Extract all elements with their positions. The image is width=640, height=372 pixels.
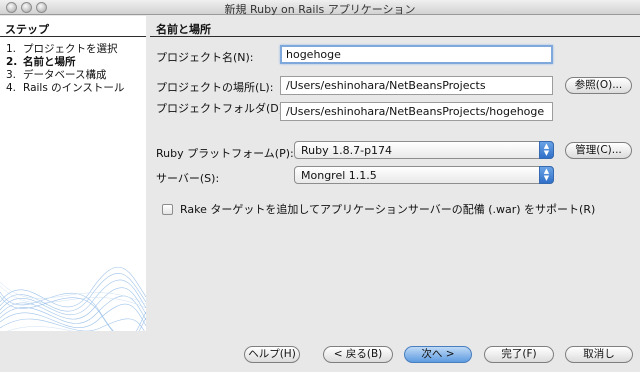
step-item: 1. プロジェクトを選択 [6, 43, 124, 56]
section-title: 名前と場所 [156, 23, 211, 36]
project-location-input[interactable]: /Users/eshinohara/NetBeansProjects [280, 76, 553, 95]
server-value: Mongrel 1.1.5 [301, 169, 377, 182]
step-number: 1. [6, 43, 17, 55]
step-label: データベース構成 [23, 69, 107, 81]
rake-checkbox-label: Rake ターゲットを追加してアプリケーションサーバーの配備 (.war) をサ… [180, 203, 596, 216]
section-divider [150, 36, 640, 37]
step-number: 3. [6, 69, 17, 81]
rake-checkbox[interactable] [162, 203, 173, 215]
steps-list: 1. プロジェクトを選択 2. 名前と場所 3. データベース構成 4. Rails の… [6, 43, 124, 95]
select-arrows-icon: ▲ ▼ [539, 141, 554, 159]
step-label: 名前と場所 [23, 56, 76, 68]
decorative-waves-image [0, 267, 146, 331]
name-location-panel: 名前と場所 プロジェクト名(N): hogehoge プロジェクトの場所(L):… [150, 16, 640, 331]
browse-button[interactable]: 参照(O)... [565, 77, 632, 94]
project-name-input[interactable]: hogehoge [280, 45, 553, 64]
cancel-button[interactable]: 取消し [565, 346, 633, 363]
ruby-platform-label: Ruby プラットフォーム(P): [156, 147, 294, 160]
server-select[interactable]: Mongrel 1.1.5 ▲ ▼ [294, 166, 554, 184]
ruby-platform-select[interactable]: Ruby 1.8.7-p174 ▲ ▼ [294, 141, 554, 159]
title-bar: 新規 Ruby on Rails アプリケーション [0, 0, 640, 16]
back-button[interactable]: < 戻る(B) [323, 346, 393, 363]
project-folder-label: プロジェクトフォルダ(D): [156, 102, 287, 115]
step-item: 4. Rails のインストール [6, 82, 124, 95]
steps-panel: ステップ 1. プロジェクトを選択 2. 名前と場所 3. データベース構成 4. Ra… [0, 16, 146, 331]
ruby-platform-value: Ruby 1.8.7-p174 [301, 144, 393, 157]
wizard-window: 新規 Ruby on Rails アプリケーション ステップ 1. プロジェクトを… [0, 0, 640, 372]
step-item: 3. データベース構成 [6, 69, 124, 82]
window-title: 新規 Ruby on Rails アプリケーション [224, 3, 416, 16]
server-label: サーバー(S): [156, 172, 220, 185]
rake-option[interactable]: Rake ターゲットを追加してアプリケーションサーバーの配備 (.war) をサ… [162, 201, 595, 217]
steps-header: ステップ [5, 23, 49, 36]
step-number: 2. [6, 56, 18, 68]
next-button[interactable]: 次へ > [404, 346, 472, 363]
finish-button[interactable]: 完了(F) [484, 346, 554, 363]
step-label: Rails のインストール [23, 82, 125, 94]
project-location-label: プロジェクトの場所(L): [156, 81, 274, 94]
step-label: プロジェクトを選択 [23, 43, 118, 55]
help-button[interactable]: ヘルプ(H) [244, 346, 300, 363]
project-folder-input[interactable]: /Users/eshinohara/NetBeansProjects/hogeh… [280, 102, 553, 121]
project-name-label: プロジェクト名(N): [156, 51, 254, 64]
select-arrows-icon: ▲ ▼ [539, 166, 554, 184]
steps-divider [0, 36, 146, 37]
step-item-current: 2. 名前と場所 [6, 56, 124, 69]
step-number: 4. [6, 82, 17, 94]
manage-button[interactable]: 管理(C)... [565, 142, 632, 159]
button-bar: ヘルプ(H) < 戻る(B) 次へ > 完了(F) 取消し [0, 331, 640, 372]
